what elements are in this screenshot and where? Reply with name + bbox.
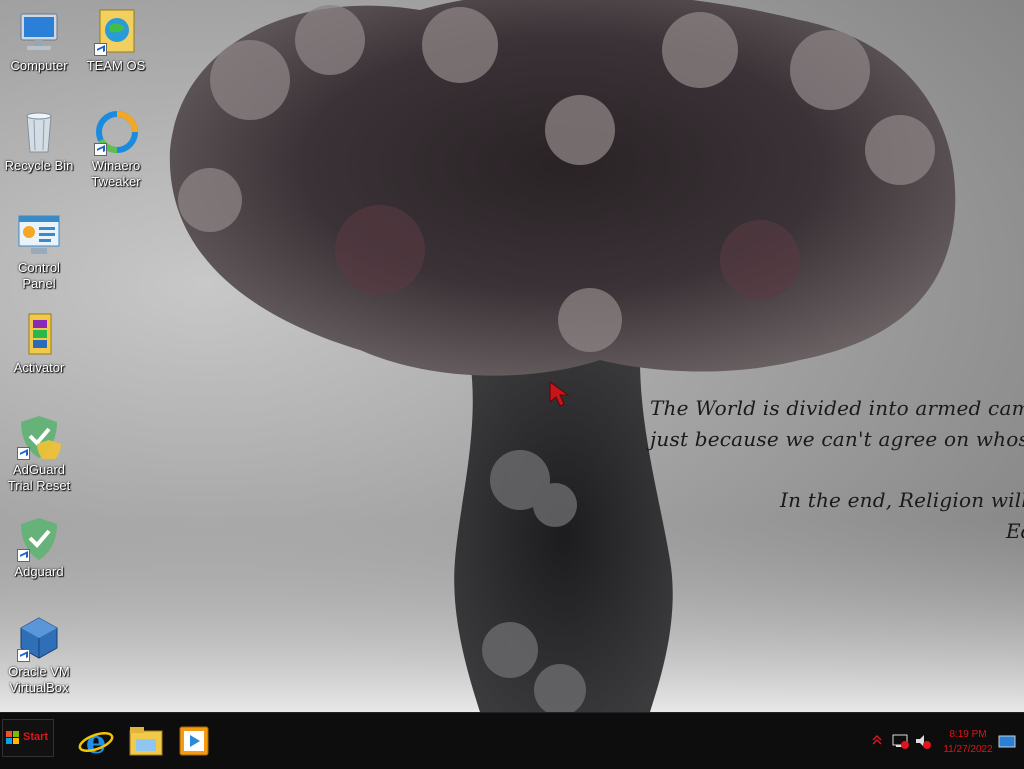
clock-time: 8:19 PM: [949, 729, 987, 740]
desktop-icon-team-os[interactable]: TEAM OS: [77, 8, 155, 74]
svg-text:e: e: [86, 723, 106, 759]
desktop-icon-label: AdGuard Trial Reset: [7, 462, 71, 493]
show-desktop-icon[interactable]: [998, 735, 1016, 749]
desktop-icon-computer[interactable]: Computer: [0, 8, 78, 74]
desktop-icon-activator[interactable]: Activator: [0, 310, 78, 376]
desktop-icon-winaero-tweaker[interactable]: Winaero Tweaker: [77, 108, 155, 190]
desktop-icon-label: Adguard: [14, 564, 64, 579]
shortcut-arrow-icon: [17, 549, 30, 562]
start-label: Start: [23, 731, 49, 743]
mushroom-cloud-image: [0, 0, 1024, 712]
desktop-icon-adguard[interactable]: Adguard: [0, 514, 78, 580]
tray-clock[interactable]: 8:19 PM 11/27/2022: [936, 727, 1000, 757]
desktop-icon-label: Computer: [10, 58, 68, 73]
windows-logo-icon: [6, 731, 19, 744]
desktop-wallpaper: The World is divided into armed camps re…: [0, 0, 1024, 712]
shortcut-arrow-icon: [17, 447, 30, 460]
shortcut-arrow-icon: [17, 649, 30, 662]
desktop-icon-label: Winaero Tweaker: [91, 158, 141, 189]
desktop-icon-control-panel[interactable]: Control Panel: [0, 210, 78, 292]
desktop-icon-label: Control Panel: [18, 260, 60, 291]
desktop-icon-label: Recycle Bin: [4, 158, 74, 173]
mouse-cursor-icon: [549, 381, 570, 407]
show-hidden-icons-chevron[interactable]: [872, 733, 882, 745]
shortcut-arrow-icon: [94, 143, 107, 156]
shortcut-arrow-icon: [94, 43, 107, 56]
control-panel-icon: [18, 215, 60, 254]
volume-muted-icon[interactable]: [914, 733, 932, 749]
computer-icon: [20, 13, 58, 50]
wallpaper-quote-line-2: just because we can't agree on whose fai…: [650, 427, 1024, 451]
recycle-bin-icon: [26, 112, 52, 153]
start-button[interactable]: Start: [2, 719, 54, 757]
desktop-icon-recycle-bin[interactable]: Recycle Bin: [0, 108, 78, 174]
wallpaper-quote-line-3: In the end, Religion will kill us all.: [780, 488, 1024, 512]
desktop-icon-label: Activator: [13, 360, 65, 375]
desktop-icon-adguard-trial-reset[interactable]: AdGuard Trial Reset: [0, 412, 78, 494]
clock-date: 11/27/2022: [943, 744, 993, 755]
media-player-icon[interactable]: [176, 723, 212, 759]
desktop-icon-oracle-vm-virtualbox[interactable]: Oracle VM VirtualBox: [0, 614, 78, 696]
wallpaper-quote-line-4: Ed: [1006, 519, 1024, 543]
desktop-icon-label: Oracle VM VirtualBox: [8, 664, 70, 695]
winrar-archive-icon: [28, 313, 52, 355]
desktop-icon-label: TEAM OS: [86, 58, 146, 73]
wallpaper-quote-line-1: The World is divided into armed camps re…: [650, 396, 1024, 420]
file-explorer-icon[interactable]: [128, 723, 164, 759]
internet-explorer-icon[interactable]: e: [78, 723, 114, 759]
network-icon[interactable]: [892, 733, 910, 749]
taskbar: Start e 8:19 PM 11/27/2022: [0, 712, 1024, 769]
